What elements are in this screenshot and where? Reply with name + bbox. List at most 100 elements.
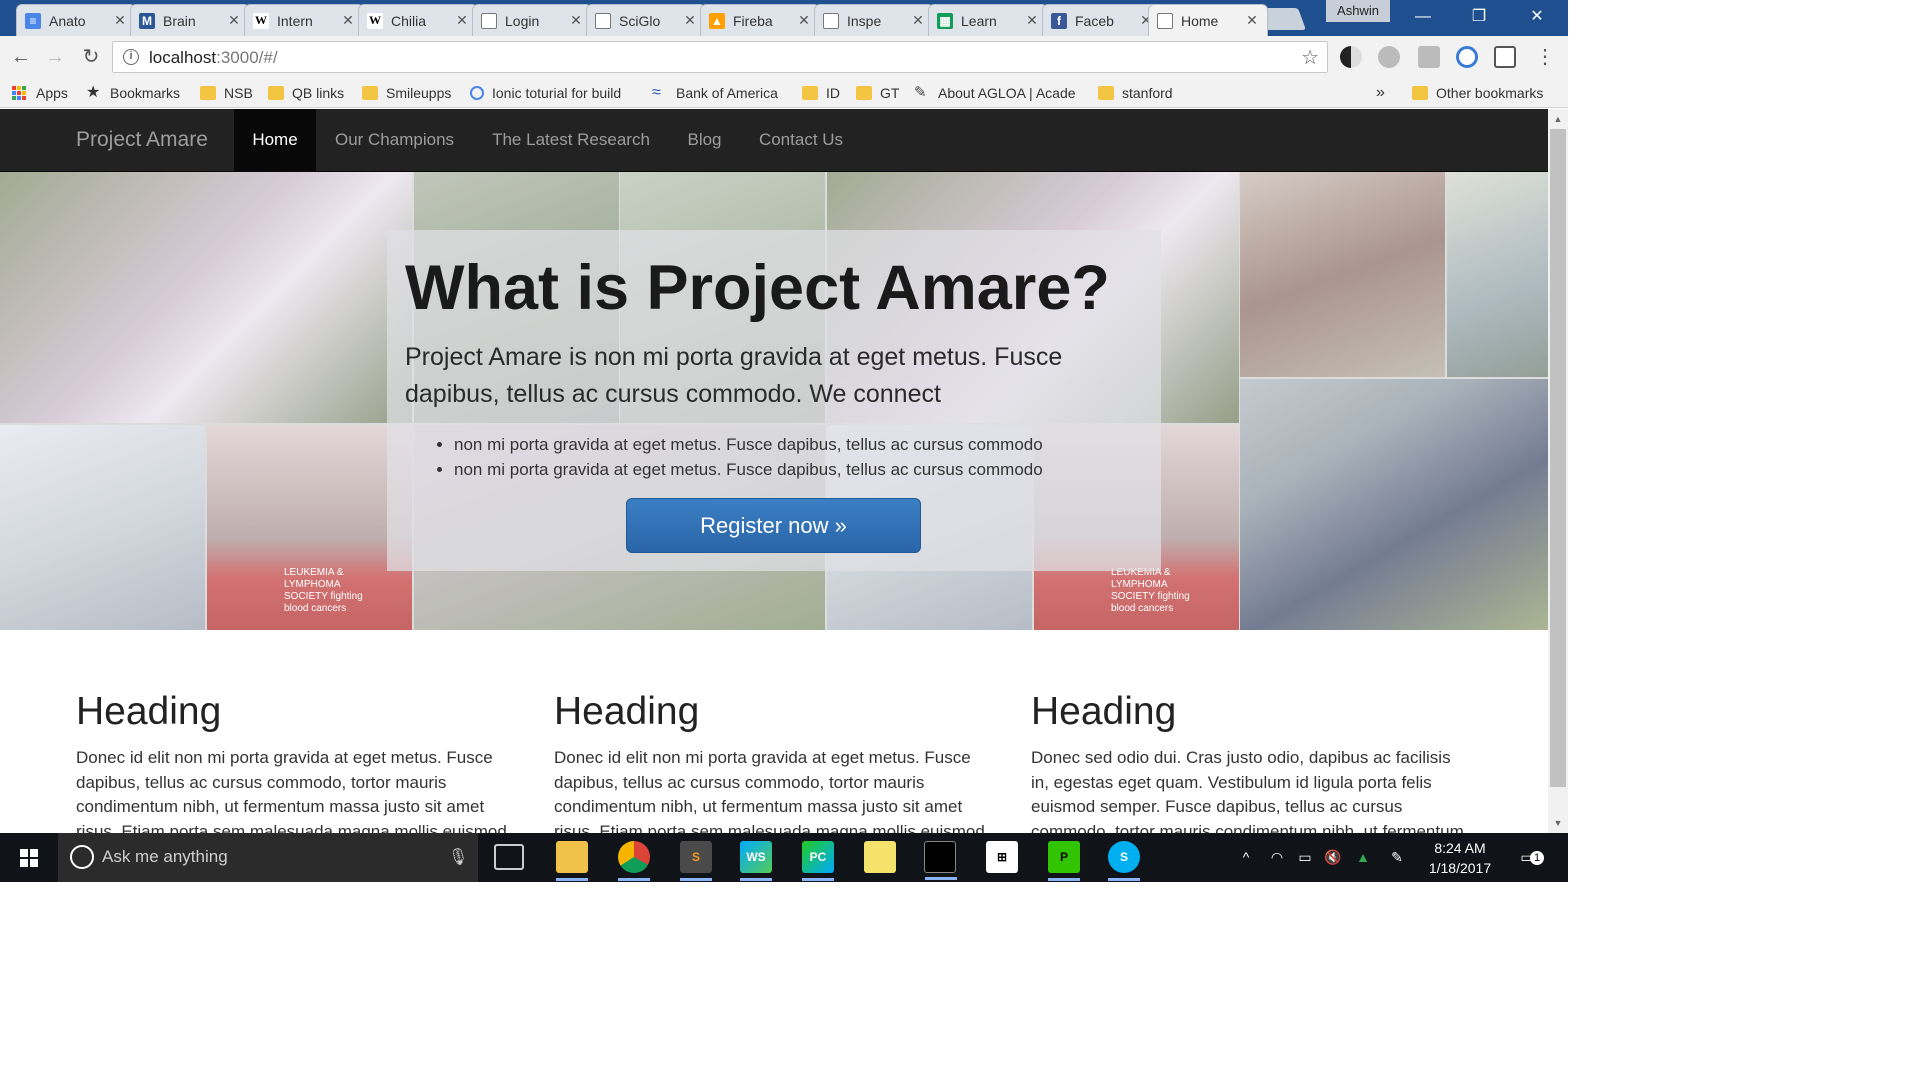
folder-icon (268, 86, 284, 100)
restore-icon[interactable]: ❐ (1452, 0, 1506, 34)
microphone-icon[interactable]: 🎙 (448, 847, 468, 867)
bookmark-item[interactable]: GT (856, 83, 899, 103)
page-icon (481, 12, 497, 29)
chrome-icon[interactable] (618, 841, 650, 881)
nav-our-champions[interactable]: Our Champions (316, 109, 473, 171)
sublime-text-icon[interactable]: S (680, 841, 712, 881)
browser-tab[interactable]: ▦ Learn ✕ (928, 4, 1048, 36)
feature-column: Heading Donec sed odio dui. Cras justo o… (1031, 690, 1471, 844)
brand-link[interactable]: Project Amare (76, 128, 208, 152)
clock-date: 1/18/2017 (1428, 860, 1492, 876)
pycharm-icon[interactable]: PC (802, 841, 834, 881)
browser-tab[interactable]: W Intern ✕ (244, 4, 364, 36)
file-explorer-icon[interactable] (556, 841, 588, 881)
bookmark-item[interactable]: Smileupps (362, 83, 451, 103)
scroll-up-icon[interactable]: ▲ (1548, 111, 1568, 127)
column-text: Donec id elit non mi porta gravida at eg… (554, 748, 990, 841)
store-icon[interactable]: ⊞ (986, 841, 1018, 873)
folder-icon (1098, 86, 1114, 100)
hero-bullet-list: non mi porta gravida at eget metus. Fusc… (454, 432, 1043, 482)
wifi-icon[interactable]: ◠ (1266, 833, 1288, 882)
browser-tab[interactable]: M Brain ✕ (130, 4, 250, 36)
dark-reader-extension-icon[interactable] (1340, 46, 1362, 68)
sticky-notes-icon[interactable] (864, 841, 896, 873)
hero-section: LEUKEMIA & LYMPHOMA SOCIETY fighting blo… (0, 172, 1548, 630)
webstorm-icon[interactable]: WS (740, 841, 772, 881)
close-tab-icon[interactable]: ✕ (911, 12, 925, 29)
pycharm-edu-icon[interactable]: P (1048, 841, 1080, 881)
back-icon[interactable]: ← (6, 42, 36, 72)
close-window-icon[interactable]: ✕ (1510, 0, 1564, 34)
windows-logo-icon (20, 849, 38, 867)
search-placeholder: Ask me anything (102, 847, 228, 866)
system-clock[interactable]: 8:24 AM 1/18/2017 (1420, 838, 1500, 878)
bookmark-item[interactable]: stanford (1098, 83, 1173, 103)
bookmark-item[interactable]: ★ Bookmarks (86, 83, 180, 103)
bookmark-item[interactable]: NSB (200, 83, 253, 103)
browser-tab-active[interactable]: Home ✕ (1148, 4, 1268, 36)
cortana-search-box[interactable]: Ask me anything 🎙 (58, 833, 478, 882)
nav-blog[interactable]: Blog (669, 109, 740, 171)
bookmark-item[interactable]: QB links (268, 83, 344, 103)
browser-tab[interactable]: SciGlo ✕ (586, 4, 706, 36)
bookmarks-overflow-button[interactable]: » (1376, 83, 1385, 103)
close-tab-icon[interactable]: ✕ (1245, 12, 1259, 29)
close-tab-icon[interactable]: ✕ (341, 12, 355, 29)
chrome-menu-icon[interactable]: ⋮ (1530, 42, 1560, 72)
skype-icon[interactable]: S (1108, 841, 1140, 881)
close-tab-icon[interactable]: ✕ (1025, 12, 1039, 29)
close-tab-icon[interactable]: ✕ (797, 12, 811, 29)
browser-tab[interactable]: f Faceb ✕ (1042, 4, 1162, 36)
address-bar[interactable]: i localhost:3000/#/ ☆ (112, 41, 1328, 73)
close-tab-icon[interactable]: ✕ (683, 12, 697, 29)
page-icon (823, 12, 839, 29)
task-view-icon[interactable] (494, 844, 524, 870)
tab-title: Inspe (847, 12, 882, 29)
drive-extension-icon[interactable] (1418, 46, 1440, 68)
pen-icon[interactable]: ✎ (1386, 833, 1408, 882)
reload-icon[interactable]: ↻ (76, 42, 106, 72)
show-hidden-icons-icon[interactable]: ^ (1236, 833, 1256, 882)
terminal-icon[interactable] (924, 841, 957, 880)
column-text: Donec id elit non mi porta gravida at eg… (76, 748, 512, 841)
bookmark-item[interactable]: ✎ About AGLOA | Acade (914, 83, 1080, 103)
battery-icon[interactable]: ▭ (1294, 833, 1316, 882)
browser-tab[interactable]: W Chilia ✕ (358, 4, 478, 36)
page-scrollbar[interactable]: ▲ ▼ (1548, 109, 1568, 833)
forward-icon[interactable]: → (40, 42, 70, 72)
minimize-icon[interactable]: — (1396, 0, 1450, 34)
close-tab-icon[interactable]: ✕ (455, 12, 469, 29)
google-drive-icon[interactable]: ▲ (1352, 833, 1374, 882)
close-tab-icon[interactable]: ✕ (569, 12, 583, 29)
sync-extension-icon[interactable] (1456, 46, 1478, 68)
scroll-down-icon[interactable]: ▼ (1548, 815, 1568, 831)
apps-bookmark[interactable]: Apps (12, 83, 68, 103)
bookmark-item[interactable]: Ionic toturial for build (470, 83, 636, 103)
bookmark-item[interactable]: ID (802, 83, 840, 103)
profile-button[interactable]: Ashwin (1326, 0, 1390, 22)
agloa-icon: ✎ (914, 84, 927, 101)
scrollbar-thumb[interactable] (1550, 129, 1566, 787)
browser-tab[interactable]: Inspe ✕ (814, 4, 934, 36)
angular-extension-icon[interactable] (1378, 46, 1400, 68)
bookmark-label: NSB (224, 85, 253, 101)
browser-tab[interactable]: Login ✕ (472, 4, 592, 36)
nav-contact-us[interactable]: Contact Us (740, 109, 862, 171)
browser-tab[interactable]: ▲ Fireba ✕ (700, 4, 820, 36)
bookmark-star-icon[interactable]: ☆ (1301, 45, 1319, 70)
cast-icon[interactable] (1494, 46, 1516, 68)
bookmark-item[interactable]: ≈ Bank of America (652, 83, 778, 103)
register-button[interactable]: Register now » (626, 498, 921, 553)
close-tab-icon[interactable]: ✕ (113, 12, 127, 29)
tab-title: Faceb (1075, 12, 1114, 29)
start-button[interactable] (0, 833, 58, 882)
close-tab-icon[interactable]: ✕ (227, 12, 241, 29)
info-icon[interactable]: i (123, 49, 139, 65)
browser-tab[interactable]: ≡ Anato ✕ (16, 4, 136, 36)
page-icon (595, 12, 611, 29)
nav-home[interactable]: Home (234, 109, 316, 171)
volume-muted-icon[interactable]: 🔇 (1322, 833, 1344, 882)
action-center-icon[interactable]: ▭ 1 (1512, 833, 1544, 882)
other-bookmarks[interactable]: Other bookmarks (1412, 83, 1543, 103)
nav-latest-research[interactable]: The Latest Research (473, 109, 669, 171)
